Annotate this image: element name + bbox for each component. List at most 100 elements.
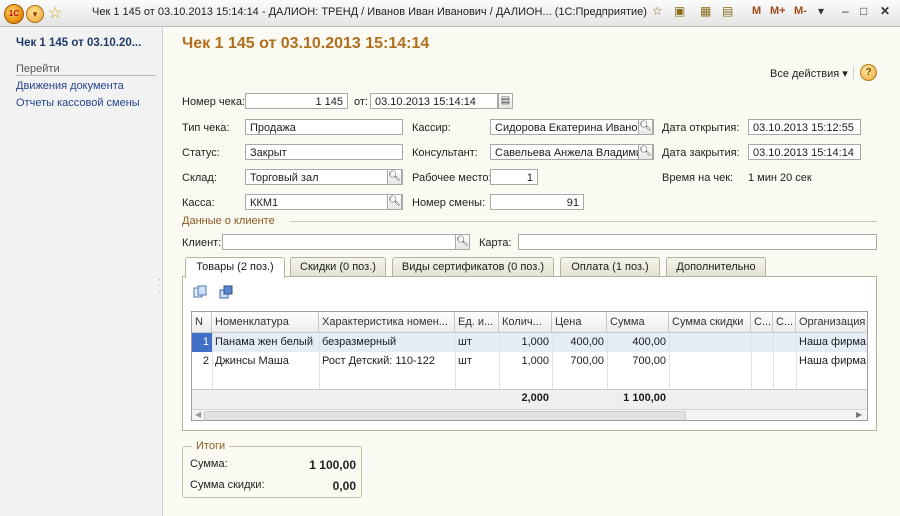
client-field[interactable] bbox=[222, 234, 470, 250]
date-from-label: от: bbox=[354, 96, 368, 108]
status-field[interactable]: Закрыт bbox=[245, 144, 403, 160]
client-label: Клиент: bbox=[182, 237, 222, 249]
receipt-time-label: Время на чек: bbox=[662, 172, 734, 184]
sidebar-section-goto: Перейти bbox=[16, 63, 60, 75]
column-header-sum[interactable]: Сумма bbox=[607, 312, 669, 333]
client-section-divider bbox=[290, 221, 877, 222]
receipt-type-label: Тип чека: bbox=[182, 122, 230, 134]
receipt-type-field[interactable]: Продажа bbox=[245, 119, 403, 135]
help-button[interactable]: ? bbox=[860, 64, 877, 81]
splitter-handle[interactable]: · · · bbox=[158, 276, 162, 301]
row-characteristic[interactable]: безразмерный bbox=[319, 333, 455, 352]
horizontal-scrollbar[interactable]: ◀ ▶ bbox=[192, 409, 867, 420]
tab-discounts[interactable]: Скидки (0 поз.) bbox=[290, 257, 386, 277]
warehouse-field[interactable]: Торговый зал bbox=[245, 169, 403, 185]
sidebar-link-movements[interactable]: Движения документа bbox=[16, 80, 124, 92]
row-price[interactable]: 400,00 bbox=[552, 333, 607, 352]
column-header-s1[interactable]: С... bbox=[751, 312, 773, 333]
search-icon[interactable]: 🔍︎ bbox=[638, 119, 653, 135]
closed-date-label: Дата закрытия: bbox=[662, 147, 740, 159]
totals-title: Итоги bbox=[192, 440, 230, 452]
copy-icon[interactable] bbox=[193, 285, 207, 299]
close-icon[interactable]: ✕ bbox=[880, 4, 890, 18]
card-field[interactable] bbox=[518, 234, 877, 250]
search-icon[interactable]: 🔍︎ bbox=[387, 194, 402, 210]
opened-date-label: Дата открытия: bbox=[662, 122, 740, 134]
column-header-s2[interactable]: С... bbox=[773, 312, 796, 333]
column-header-n[interactable]: N bbox=[192, 312, 212, 333]
row-sum[interactable]: 400,00 bbox=[607, 333, 669, 352]
opened-date-field[interactable]: 03.10.2013 15:12:55 bbox=[748, 119, 861, 135]
scroll-left-icon[interactable]: ◀ bbox=[195, 410, 201, 419]
tab-certificate-types[interactable]: Виды сертификатов (0 поз.) bbox=[392, 257, 554, 277]
row-item[interactable]: Джинсы Маша bbox=[212, 352, 319, 371]
memory-m-button[interactable]: M bbox=[752, 5, 761, 17]
column-header-organization[interactable]: Организация bbox=[796, 312, 867, 333]
receipt-time-value: 1 мин 20 сек bbox=[748, 172, 812, 184]
column-header-discount-sum[interactable]: Сумма скидки bbox=[669, 312, 751, 333]
search-icon[interactable]: 🔍︎ bbox=[638, 144, 653, 160]
memory-mplus-button[interactable]: M+ bbox=[770, 5, 786, 17]
tab-payment[interactable]: Оплата (1 поз.) bbox=[560, 257, 660, 277]
row-organization[interactable]: Наша фирма bbox=[796, 333, 867, 352]
add-favorite-icon[interactable]: ☆ bbox=[652, 4, 663, 18]
receipt-number-field[interactable]: 1 145 bbox=[245, 93, 348, 109]
cashier-field[interactable]: Сидорова Екатерина Иванов bbox=[490, 119, 654, 135]
sum-label: Сумма: bbox=[190, 458, 228, 470]
row-unit[interactable]: шт bbox=[455, 333, 499, 352]
shift-number-field[interactable]: 91 bbox=[490, 194, 584, 210]
status-label: Статус: bbox=[182, 147, 220, 159]
1c-logo-icon[interactable]: 1С bbox=[4, 4, 24, 24]
row-quantity[interactable]: 1,000 bbox=[499, 333, 552, 352]
navigation-panel: Чек 1 145 от 03.10.20... Перейти Движени… bbox=[0, 27, 163, 516]
column-header-unit[interactable]: Ед. и... bbox=[455, 312, 499, 333]
search-icon[interactable]: 🔍︎ bbox=[387, 169, 402, 185]
sidebar-link-shift-reports[interactable]: Отчеты кассовой смены bbox=[16, 97, 140, 109]
register-field[interactable]: ККМ1 bbox=[245, 194, 403, 210]
discount-label: Сумма скидки: bbox=[190, 479, 265, 491]
card-label: Карта: bbox=[479, 237, 512, 249]
sidebar-document-title[interactable]: Чек 1 145 от 03.10.20... bbox=[16, 37, 141, 49]
tab-goods[interactable]: Товары (2 поз.) bbox=[185, 257, 285, 278]
minimize-icon[interactable]: – bbox=[842, 4, 849, 18]
favorites-star-icon[interactable]: ☆ bbox=[48, 3, 62, 23]
total-quantity: 2,000 bbox=[521, 392, 549, 404]
row-discount-sum[interactable] bbox=[669, 352, 751, 371]
row-unit[interactable]: шт bbox=[455, 352, 499, 371]
copy-rows-icon[interactable] bbox=[219, 285, 233, 299]
scroll-thumb[interactable] bbox=[204, 411, 686, 420]
row-sum[interactable]: 700,00 bbox=[607, 352, 669, 371]
maximize-icon[interactable]: □ bbox=[860, 4, 867, 18]
calculator-icon[interactable]: ▦ bbox=[700, 4, 711, 18]
row-characteristic[interactable]: Рост Детский: 110-122 bbox=[319, 352, 455, 371]
search-icon[interactable]: 🔍︎ bbox=[455, 234, 470, 250]
menu-arrow-icon[interactable]: ▾ bbox=[26, 5, 44, 23]
workplace-field[interactable]: 1 bbox=[490, 169, 538, 185]
row-price[interactable]: 700,00 bbox=[552, 352, 607, 371]
warehouse-label: Склад: bbox=[182, 172, 217, 184]
row-discount-sum[interactable] bbox=[669, 333, 751, 352]
cashier-label: Кассир: bbox=[412, 122, 451, 134]
row-organization[interactable]: Наша фирма bbox=[796, 352, 867, 371]
page-title: Чек 1 145 от 03.10.2013 15:14:14 bbox=[182, 35, 430, 52]
column-header-price[interactable]: Цена bbox=[552, 312, 607, 333]
goods-table[interactable]: N Номенклатура Характеристика номен... Е… bbox=[191, 311, 868, 421]
workplace-label: Рабочее место: bbox=[412, 172, 492, 184]
column-header-characteristic[interactable]: Характеристика номен... bbox=[319, 312, 455, 333]
history-icon[interactable]: ▣ bbox=[674, 4, 685, 18]
tab-additional[interactable]: Дополнительно bbox=[666, 257, 766, 277]
menu-dropdown-icon[interactable]: ▾ bbox=[818, 4, 824, 18]
calendar-icon[interactable]: ▤ bbox=[498, 93, 513, 109]
all-actions-button[interactable]: Все действия ▾ bbox=[770, 67, 848, 80]
column-header-quantity[interactable]: Колич... bbox=[499, 312, 552, 333]
memory-mminus-button[interactable]: M- bbox=[794, 5, 807, 17]
row-item[interactable]: Панама жен белый bbox=[212, 333, 319, 352]
consultant-field[interactable]: Савельева Анжела Владими bbox=[490, 144, 654, 160]
column-header-item[interactable]: Номенклатура bbox=[212, 312, 319, 333]
scroll-right-icon[interactable]: ▶ bbox=[856, 410, 862, 419]
row-quantity[interactable]: 1,000 bbox=[499, 352, 552, 371]
calendar-icon[interactable]: ▤ bbox=[722, 4, 733, 18]
window-title: Чек 1 145 от 03.10.2013 15:14:14 - ДАЛИО… bbox=[92, 6, 647, 18]
closed-date-field[interactable]: 03.10.2013 15:14:14 bbox=[748, 144, 861, 160]
receipt-date-field[interactable]: 03.10.2013 15:14:14 bbox=[370, 93, 498, 109]
